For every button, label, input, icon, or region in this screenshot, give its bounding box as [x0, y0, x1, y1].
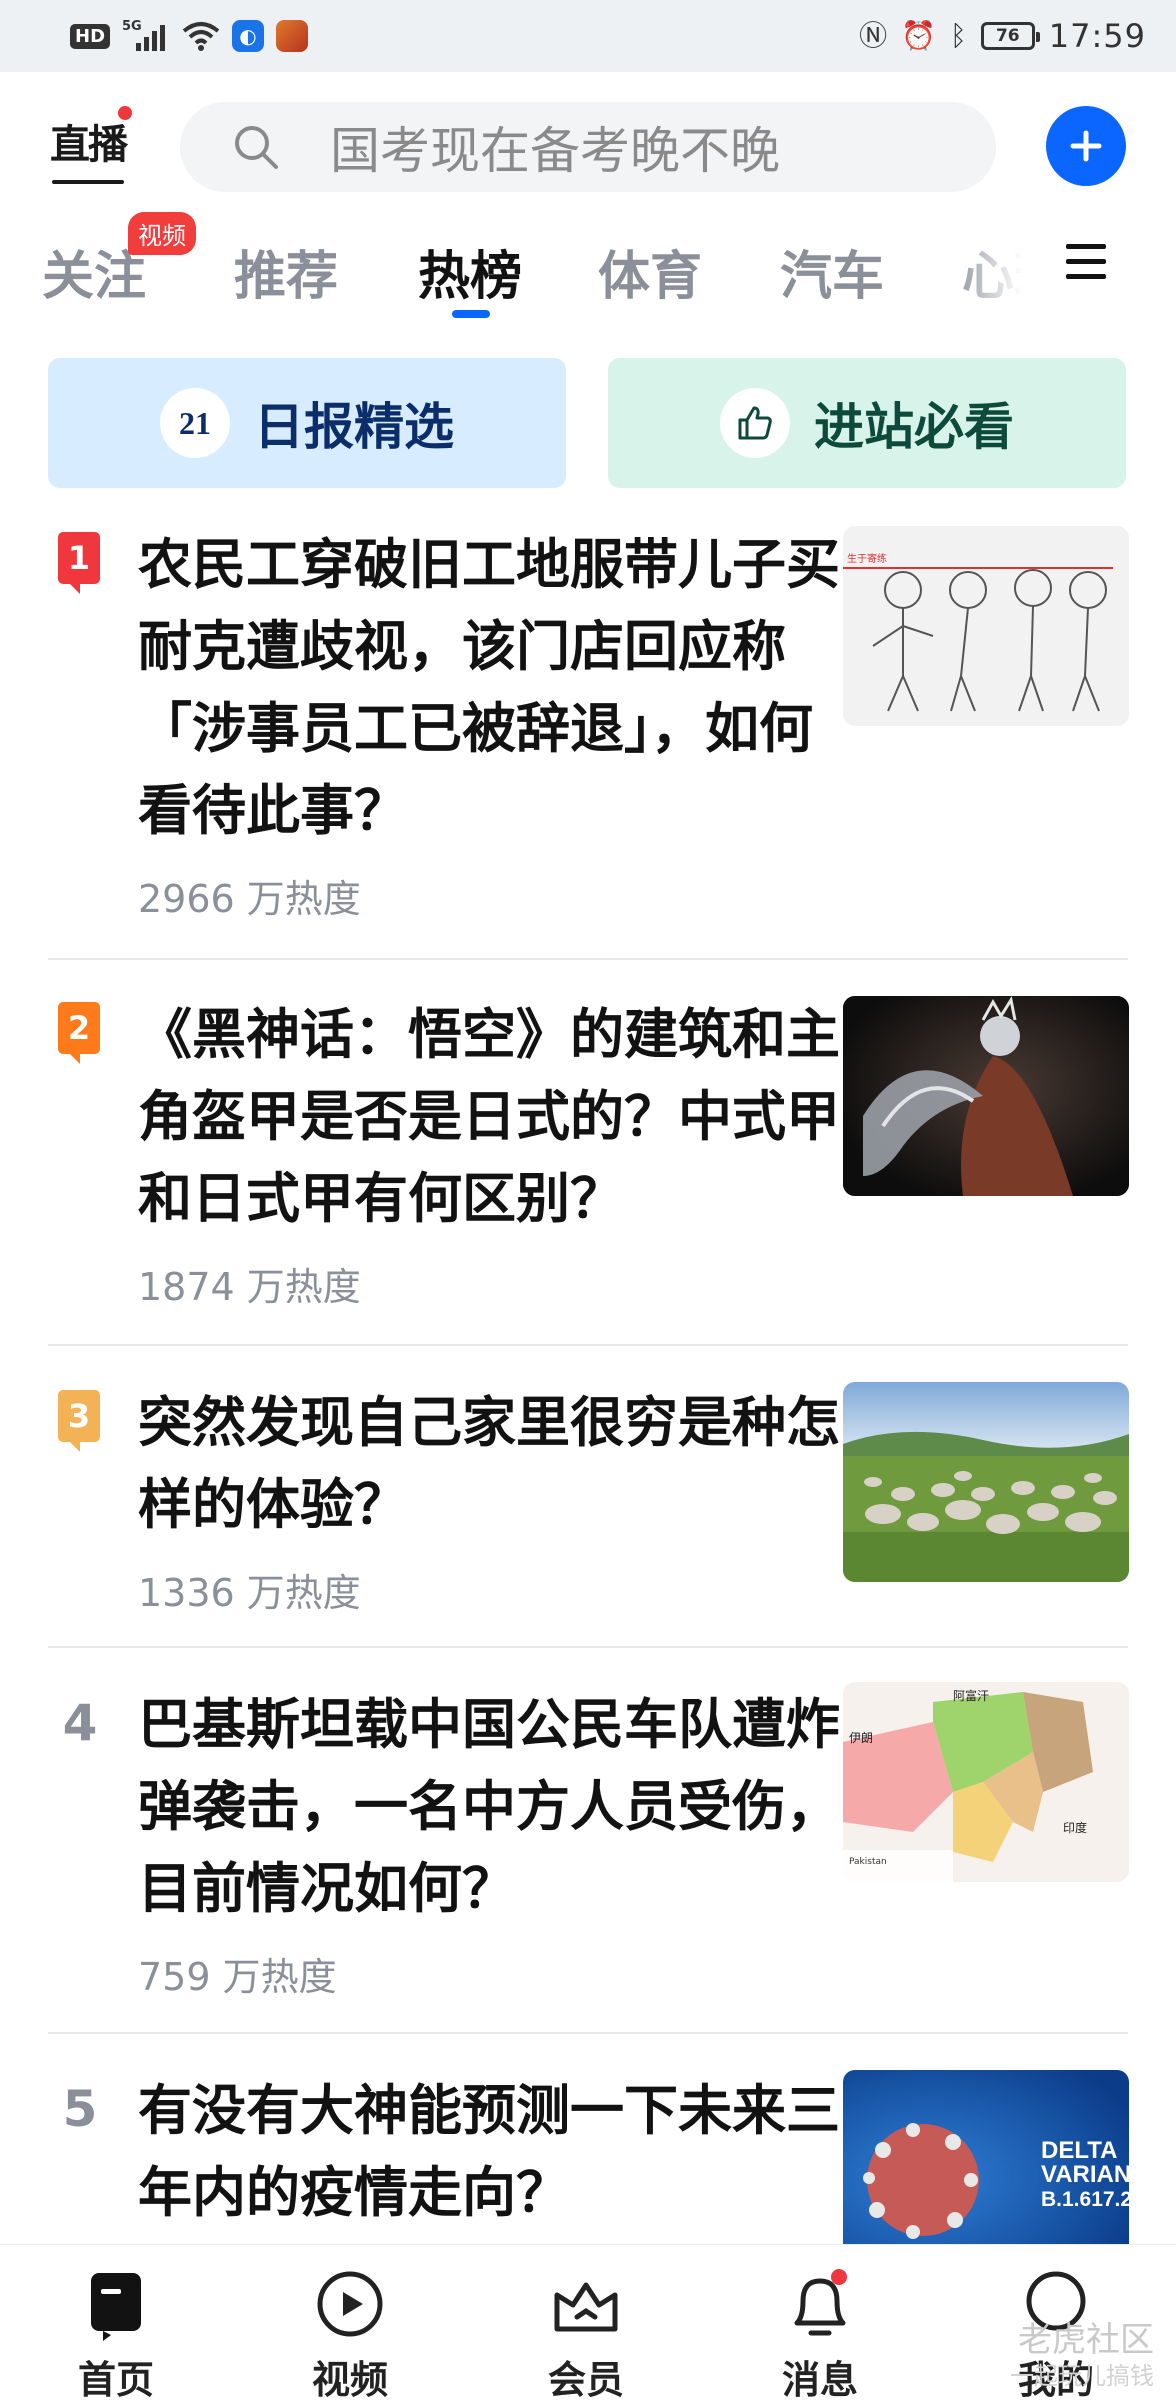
- daily-picks-label: 日报精选: [254, 398, 454, 456]
- daily-icon: 21: [160, 388, 230, 458]
- crown-icon: [554, 2282, 618, 2332]
- tab-sports[interactable]: 体育: [598, 234, 702, 309]
- live-logo-text: 直播: [50, 122, 128, 168]
- heat-count: 1336 万热度: [138, 1571, 361, 1615]
- hot-item-2[interactable]: 2 《黑神话：悟空》的建筑和主角盔甲是否是日式的？中式甲和日式甲有何区别？ 18…: [48, 990, 1129, 1320]
- item-title: 农民工穿破旧工地服带儿子买耐克遭歧视，该门店回应称「涉事员工已被辞退」，如何看待…: [138, 533, 840, 842]
- home-icon: [91, 2273, 141, 2341]
- item-thumbnail: Pakistan 阿富汗 伊朗 印度: [843, 1682, 1129, 1882]
- daily-picks-card[interactable]: 21 日报精选: [48, 358, 566, 488]
- nav-home[interactable]: 首页: [56, 2267, 176, 2404]
- thumbs-up-icon: [720, 388, 790, 458]
- nav-video[interactable]: 视频: [290, 2267, 410, 2404]
- rank-badge: 1: [58, 532, 102, 594]
- watermark-sub: 一起玩儿搞钱: [1010, 2362, 1154, 2390]
- svg-text:VARIANT: VARIANT: [1041, 2161, 1129, 2188]
- rank-badge: 3: [58, 1390, 102, 1452]
- alarm-icon: ⏰: [901, 19, 936, 52]
- bluetooth-icon: ᛒ: [949, 19, 967, 52]
- create-button[interactable]: [1046, 106, 1126, 186]
- tab-recommend[interactable]: 推荐: [234, 234, 338, 309]
- search-icon: [235, 126, 278, 169]
- item-thumbnail: 生于寄练: [843, 526, 1129, 726]
- hot-item-1[interactable]: 1 农民工穿破旧工地服带儿子买耐克遭歧视，该门店回应称「涉事员工已被辞退」，如何…: [48, 520, 1129, 921]
- video-badge: 视频: [128, 212, 196, 255]
- svg-text:B.1.617.2: B.1.617.2: [1041, 2188, 1129, 2211]
- wifi-icon: [182, 22, 220, 51]
- rank-number: 4: [62, 1694, 98, 1752]
- bell-icon: [794, 2269, 847, 2336]
- must-see-card[interactable]: 进站必看: [608, 358, 1126, 488]
- item-title: 《黑神话：悟空》的建筑和主角盔甲是否是日式的？中式甲和日式甲有何区别？: [138, 1003, 840, 1230]
- item-title: 突然发现自己家里很穷是种怎样的体验？: [138, 1391, 840, 1536]
- svg-text:印度: 印度: [1063, 1820, 1087, 1835]
- item-thumbnail: DELTA VARIANT B.1.617.2: [843, 2070, 1129, 2250]
- rank-number: 5: [62, 2080, 98, 2138]
- heat-count: 759 万热度: [138, 1955, 337, 1999]
- item-title: 有没有大神能预测一下未来三年内的疫情走向？: [138, 2079, 840, 2224]
- hot-item-4[interactable]: 4 巴基斯坦载中国公民车队遭炸弹袭击，一名中方人员受伤，目前情况如何？ 759 …: [48, 1680, 1129, 2010]
- svg-text:生于寄练: 生于寄练: [847, 552, 887, 565]
- live-logo-button[interactable]: 直播: [50, 106, 132, 186]
- item-title: 巴基斯坦载中国公民车队遭炸弹袭击，一名中方人员受伤，目前情况如何？: [138, 1693, 840, 1920]
- svg-text:阿富汗: 阿富汗: [953, 1688, 989, 1703]
- hot-item-3[interactable]: 3 突然发现自己家里很穷是种怎样的体验？ 1336 万热度: [48, 1378, 1129, 1638]
- tab-auto[interactable]: 汽车: [780, 234, 884, 309]
- svg-text:DELTA: DELTA: [1041, 2137, 1117, 2164]
- svg-text:Pakistan: Pakistan: [849, 1857, 887, 1867]
- heat-count: 2966 万热度: [138, 877, 361, 921]
- cellular-signal-icon: 5G: [122, 19, 170, 53]
- nav-membership[interactable]: 会员: [526, 2267, 646, 2404]
- watermark: 老虎社区: [1018, 2320, 1154, 2360]
- plus-icon: [1070, 130, 1102, 162]
- active-tab-indicator: [452, 310, 490, 318]
- status-bar: HD 5G ◐ Ⓝ ⏰ ᛒ 76 17:59: [0, 0, 1176, 72]
- clock: 17:59: [1048, 17, 1146, 55]
- hot-item-5[interactable]: 5 有没有大神能预测一下未来三年内的疫情走向？ DELTA VARIANT B.…: [48, 2066, 1129, 2250]
- svg-text:伊朗: 伊朗: [849, 1731, 873, 1745]
- must-see-label: 进站必看: [814, 398, 1014, 456]
- heat-count: 1874 万热度: [138, 1265, 361, 1309]
- nfc-icon: Ⓝ: [859, 19, 888, 52]
- item-thumbnail: [843, 996, 1129, 1196]
- tab-hot-list[interactable]: 热榜: [418, 234, 522, 309]
- video-play-icon: [317, 2271, 383, 2337]
- search-bar[interactable]: 国考现在备考晚不晚: [180, 102, 996, 192]
- menu-icon[interactable]: [1066, 244, 1106, 284]
- bottom-navigation: 首页 视频 会员 消息 我的: [0, 2244, 1176, 2404]
- nav-messages[interactable]: 消息: [760, 2267, 880, 2404]
- game-app-icon: [276, 20, 309, 52]
- live-dot: [118, 106, 132, 120]
- hd-badge: HD: [70, 23, 111, 49]
- battery-icon: 76: [980, 22, 1040, 50]
- item-thumbnail: [843, 1382, 1129, 1582]
- rank-badge: 2: [58, 1002, 102, 1064]
- search-placeholder: 国考现在备考晚不晚: [330, 122, 780, 180]
- notification-app-icon: ◐: [232, 20, 265, 52]
